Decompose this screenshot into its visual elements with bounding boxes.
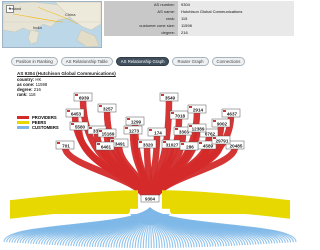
as-relationship-graph[interactable]: 9304693932571299354970182914645333564637… xyxy=(0,84,300,250)
provider-node-label: 6939 xyxy=(79,95,90,100)
provider-node-flag xyxy=(57,142,60,144)
summary-key: customer cone size: xyxy=(104,22,178,29)
map-label-ireland: Ireland xyxy=(9,6,22,11)
provider-node-label: 20485 xyxy=(230,143,243,148)
summary-row: AS number: 9304 xyxy=(104,1,294,8)
center-node-label: 9304 xyxy=(145,196,156,201)
provider-node-flag xyxy=(67,110,70,112)
provider-node-label: 286 xyxy=(186,144,194,149)
summary-row: customer cone size: 11598 xyxy=(104,22,294,29)
tab-router-graph[interactable]: Router Graph xyxy=(172,57,209,66)
summary-row: degree: 216 xyxy=(104,29,294,36)
summary-value: Hutchison Global Communications xyxy=(178,8,294,15)
provider-node-label: 1299 xyxy=(131,119,142,124)
summary-row: AS name: Hutchison Global Communications xyxy=(104,8,294,15)
summary-key: AS number: xyxy=(104,1,178,8)
summary-key: AS name: xyxy=(104,8,178,15)
provider-node-flag xyxy=(97,143,100,145)
provider-node-label: 2914 xyxy=(193,107,204,112)
as-summary-table: AS number: 9304 AS name: Hutchison Globa… xyxy=(104,1,294,36)
summary-value: 11598 xyxy=(178,22,294,29)
map-label-india: India xyxy=(33,25,42,30)
provider-node-label: 15169 xyxy=(102,131,115,136)
provider-node-flag xyxy=(171,112,174,114)
provider-node-flag xyxy=(89,127,92,129)
provider-node-flag xyxy=(213,120,216,122)
provider-node-flag xyxy=(175,128,178,130)
tab-as-relationship-table[interactable]: AS Relationship Table xyxy=(60,57,113,66)
provider-link xyxy=(143,145,154,197)
provider-node-flag xyxy=(99,105,102,107)
tab-connections[interactable]: Connections xyxy=(211,57,246,66)
provider-node-label: 4637 xyxy=(227,111,238,116)
provider-node-flag xyxy=(111,140,114,142)
map-label-china: China xyxy=(65,12,76,17)
summary-value: 216 xyxy=(178,29,294,36)
provider-node-label: 9002 xyxy=(217,121,228,126)
summary-key: rank: xyxy=(104,15,178,22)
as-info-panel: country: HK as cone: 11598 degree: 216 r… xyxy=(17,77,47,97)
peer-band-right xyxy=(170,200,278,214)
provider-node-label: 6762 xyxy=(205,131,216,136)
provider-node-label: 3491 xyxy=(115,141,126,146)
providers-swatch xyxy=(17,116,29,119)
customers-swatch xyxy=(17,126,29,129)
provider-node-flag xyxy=(223,110,226,112)
provider-node-label: 29791 xyxy=(216,138,229,143)
provider-node-flag xyxy=(161,94,164,96)
provider-node-label: 701 xyxy=(62,143,70,148)
rank-key: rank: xyxy=(17,92,28,97)
summary-value: 9304 xyxy=(178,1,294,8)
as-info-rank: rank: 118 xyxy=(17,92,47,97)
provider-node-label: 12389 xyxy=(192,126,205,131)
provider-node-label: 174 xyxy=(154,130,162,135)
provider-node-label: 31027 xyxy=(166,142,179,147)
summary-key: degree: xyxy=(104,29,178,36)
provider-node-label: 3257 xyxy=(103,106,114,111)
legend-item-customers: CUSTOMERS xyxy=(17,125,59,130)
provider-node-flag xyxy=(127,118,130,120)
summary-row: rank: 115 xyxy=(104,15,294,22)
provider-node-flag xyxy=(149,129,152,131)
provider-node-flag xyxy=(71,123,74,125)
provider-node-flag xyxy=(139,141,142,143)
summary-value: 115 xyxy=(178,15,294,22)
as-info-title[interactable]: AS 9304 (Hutchison Global Communications… xyxy=(17,71,116,76)
provider-node-label: 1273 xyxy=(129,128,140,133)
provider-node-label: 6453 xyxy=(71,111,82,116)
view-tabs: Position in Ranking AS Relationship Tabl… xyxy=(11,57,271,66)
provider-node-label: 3320 xyxy=(143,142,154,147)
location-map[interactable]: + India China Ireland xyxy=(2,1,102,48)
rank-value: 118 xyxy=(28,92,36,97)
tab-position-in-ranking[interactable]: Position in Ranking xyxy=(11,57,58,66)
provider-node-flag xyxy=(199,142,202,144)
provider-node-label: 7018 xyxy=(175,113,186,118)
provider-node-flag xyxy=(189,106,192,108)
provider-node-label: 3549 xyxy=(165,95,176,100)
provider-node-flag xyxy=(75,94,78,96)
legend-label: CUSTOMERS xyxy=(32,125,59,130)
provider-node-label: 5580 xyxy=(75,124,86,129)
tab-as-relationship-graph[interactable]: AS Relationship Graph xyxy=(115,57,170,66)
provider-node-label: 6461 xyxy=(101,144,112,149)
graph-legend: PROVIDERS PEERS CUSTOMERS xyxy=(17,115,59,130)
provider-node-flag xyxy=(125,127,128,129)
peer-band-left xyxy=(22,200,130,214)
peers-swatch xyxy=(17,121,29,124)
provider-node-flag xyxy=(181,143,184,145)
